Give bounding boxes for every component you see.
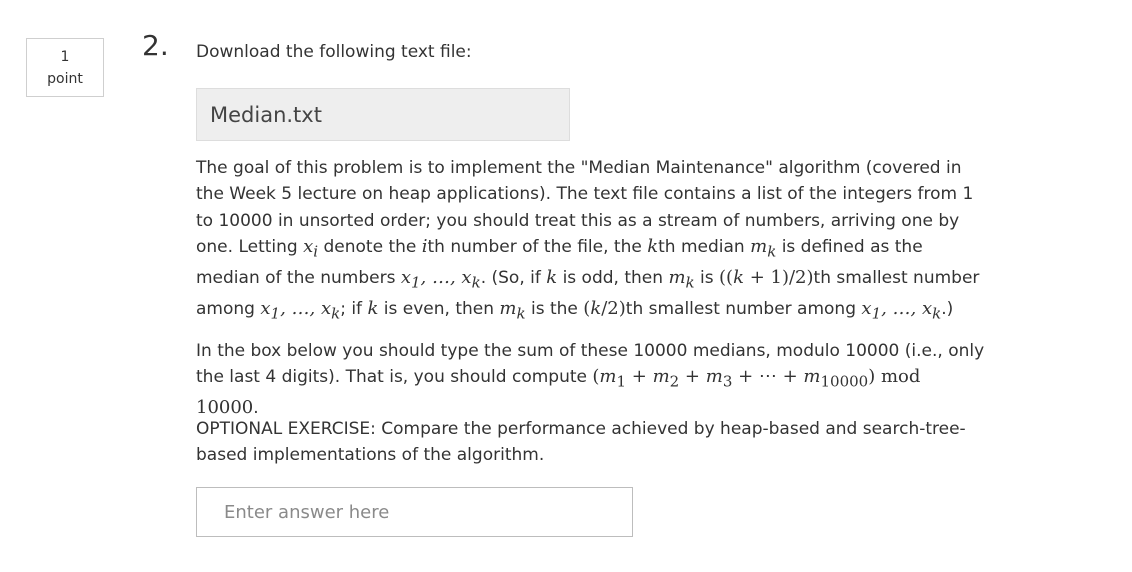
question-intro: Download the following text file: — [196, 42, 472, 62]
problem-description: The goal of this problem is to implement… — [196, 158, 980, 323]
optional-exercise: OPTIONAL EXERCISE: Compare the performan… — [196, 419, 966, 466]
file-download-link[interactable]: Median.txt — [196, 88, 570, 141]
question-number: 2. — [142, 29, 169, 62]
answer-input[interactable] — [196, 487, 633, 537]
points-label: point — [47, 70, 83, 87]
points-value: 1 — [60, 48, 70, 65]
answer-instructions: In the box below you should type the sum… — [196, 341, 985, 419]
points-badge: 1 point — [26, 38, 104, 97]
file-name: Median.txt — [210, 102, 322, 127]
